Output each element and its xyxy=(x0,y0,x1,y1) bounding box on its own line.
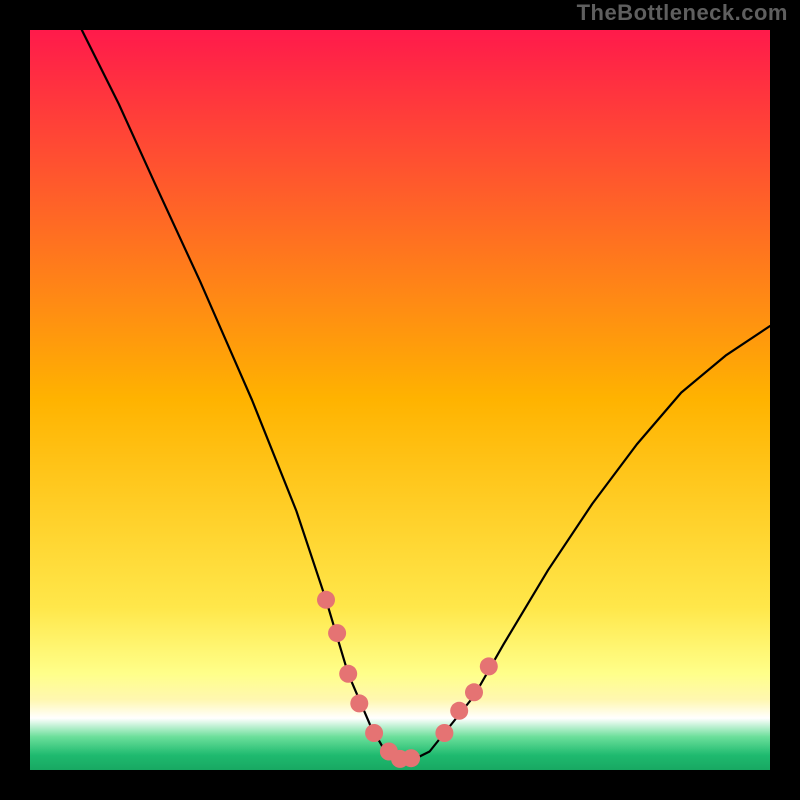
highlight-point xyxy=(350,694,368,712)
highlight-point xyxy=(465,683,483,701)
bottleneck-chart xyxy=(0,0,800,800)
highlight-point xyxy=(339,665,357,683)
highlight-point xyxy=(450,702,468,720)
highlight-point xyxy=(480,657,498,675)
highlight-point xyxy=(435,724,453,742)
watermark-label: TheBottleneck.com xyxy=(577,0,788,26)
chart-stage: TheBottleneck.com xyxy=(0,0,800,800)
highlight-point xyxy=(365,724,383,742)
highlight-point xyxy=(317,591,335,609)
highlight-point xyxy=(402,749,420,767)
plot-background xyxy=(30,30,770,770)
highlight-point xyxy=(328,624,346,642)
